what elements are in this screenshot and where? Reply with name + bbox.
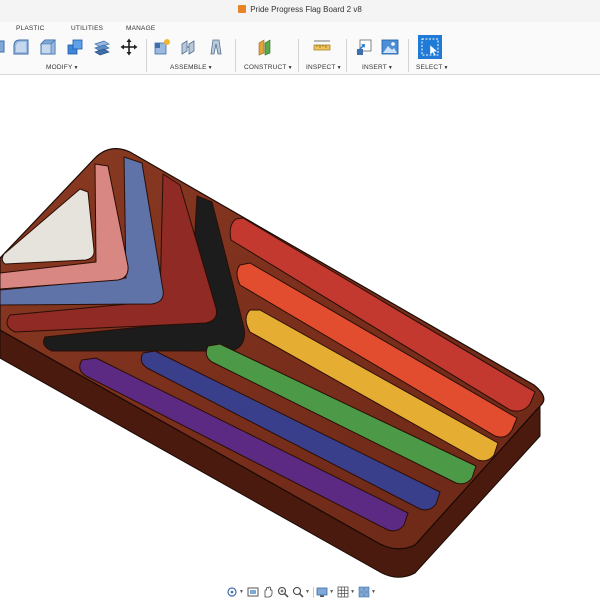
insert-derive-icon[interactable]	[354, 37, 374, 57]
ribbon-separator	[298, 39, 299, 72]
measure-icon[interactable]	[312, 37, 332, 57]
window-title-text: Pride Progress Flag Board 2 v8	[250, 5, 362, 14]
document-icon	[238, 5, 247, 13]
fillet-icon[interactable]	[11, 37, 31, 57]
navigation-bar: ▼ ▼ ▼ ▼ ▼	[226, 584, 376, 600]
pan-icon[interactable]	[262, 585, 274, 599]
chevron-down-icon: ▼	[350, 589, 356, 595]
group-insert-label: INSERT	[362, 64, 387, 71]
grid-settings-icon[interactable]: ▼	[337, 585, 355, 599]
chevron-down-icon: ▼	[329, 589, 335, 595]
chevron-white	[1, 188, 95, 265]
flag-board-model[interactable]	[0, 75, 600, 580]
title-bar: Pride Progress Flag Board 2 v8	[0, 0, 600, 23]
group-inspect-label: INSPECT	[306, 64, 336, 71]
tab-manage[interactable]: MANAGE	[126, 25, 155, 32]
tab-plastic[interactable]: PLASTIC	[16, 25, 45, 32]
look-at-icon[interactable]	[247, 585, 259, 599]
display-settings-icon[interactable]: ▼	[316, 585, 334, 599]
group-modify[interactable]: MODIFY▼	[46, 64, 79, 71]
toolbar-ribbon: PLASTIC UTILITIES MANAGE MODIFY▼ ASSEMBL…	[0, 22, 600, 75]
ribbon-separator	[346, 39, 347, 72]
group-modify-label: MODIFY	[46, 64, 73, 71]
chevron-down-icon: ▼	[239, 589, 244, 595]
joint-icon[interactable]	[179, 37, 199, 57]
chevron-down-icon: ▼	[387, 65, 394, 71]
group-assemble[interactable]: ASSEMBLE▼	[170, 64, 213, 71]
window-title: Pride Progress Flag Board 2 v8	[0, 5, 600, 14]
group-assemble-label: ASSEMBLE	[170, 64, 207, 71]
orbit-icon[interactable]: ▼	[226, 585, 244, 599]
group-construct-label: CONSTRUCT	[244, 64, 287, 71]
chevron-down-icon: ▼	[304, 589, 310, 595]
new-component-icon[interactable]	[152, 37, 172, 57]
chamfer-icon[interactable]	[38, 37, 58, 57]
ribbon-separator	[235, 39, 236, 72]
group-inspect[interactable]: INSPECT▼	[306, 64, 342, 71]
fit-icon[interactable]: ▼	[292, 585, 310, 599]
ribbon-separator	[408, 39, 409, 72]
viewport-canvas[interactable]	[0, 75, 600, 580]
tab-utilities[interactable]: UTILITIES	[71, 25, 103, 32]
viewports-icon[interactable]: ▼	[358, 585, 376, 599]
chevron-down-icon: ▼	[336, 65, 342, 71]
chevron-down-icon: ▼	[443, 65, 449, 71]
as-built-joint-icon[interactable]	[206, 37, 226, 57]
chevron-down-icon: ▼	[371, 589, 376, 595]
select-icon[interactable]	[418, 35, 442, 59]
chevron-down-icon: ▼	[207, 65, 213, 71]
move-icon[interactable]	[119, 37, 139, 57]
combine-icon[interactable]	[92, 37, 112, 57]
ribbon-separator	[146, 39, 147, 72]
insert-canvas-icon[interactable]	[380, 37, 400, 57]
zoom-icon[interactable]	[277, 585, 289, 599]
group-insert[interactable]: INSERT▼	[362, 64, 393, 71]
chevron-down-icon: ▼	[287, 65, 293, 71]
offset-plane-icon[interactable]	[255, 37, 275, 57]
chevron-down-icon: ▼	[73, 65, 79, 71]
group-select-label: SELECT	[416, 64, 443, 71]
shell-icon[interactable]	[65, 37, 85, 57]
group-select[interactable]: SELECT▼	[416, 64, 449, 71]
group-construct[interactable]: CONSTRUCT▼	[244, 64, 293, 71]
press-pull-icon[interactable]	[0, 37, 6, 57]
